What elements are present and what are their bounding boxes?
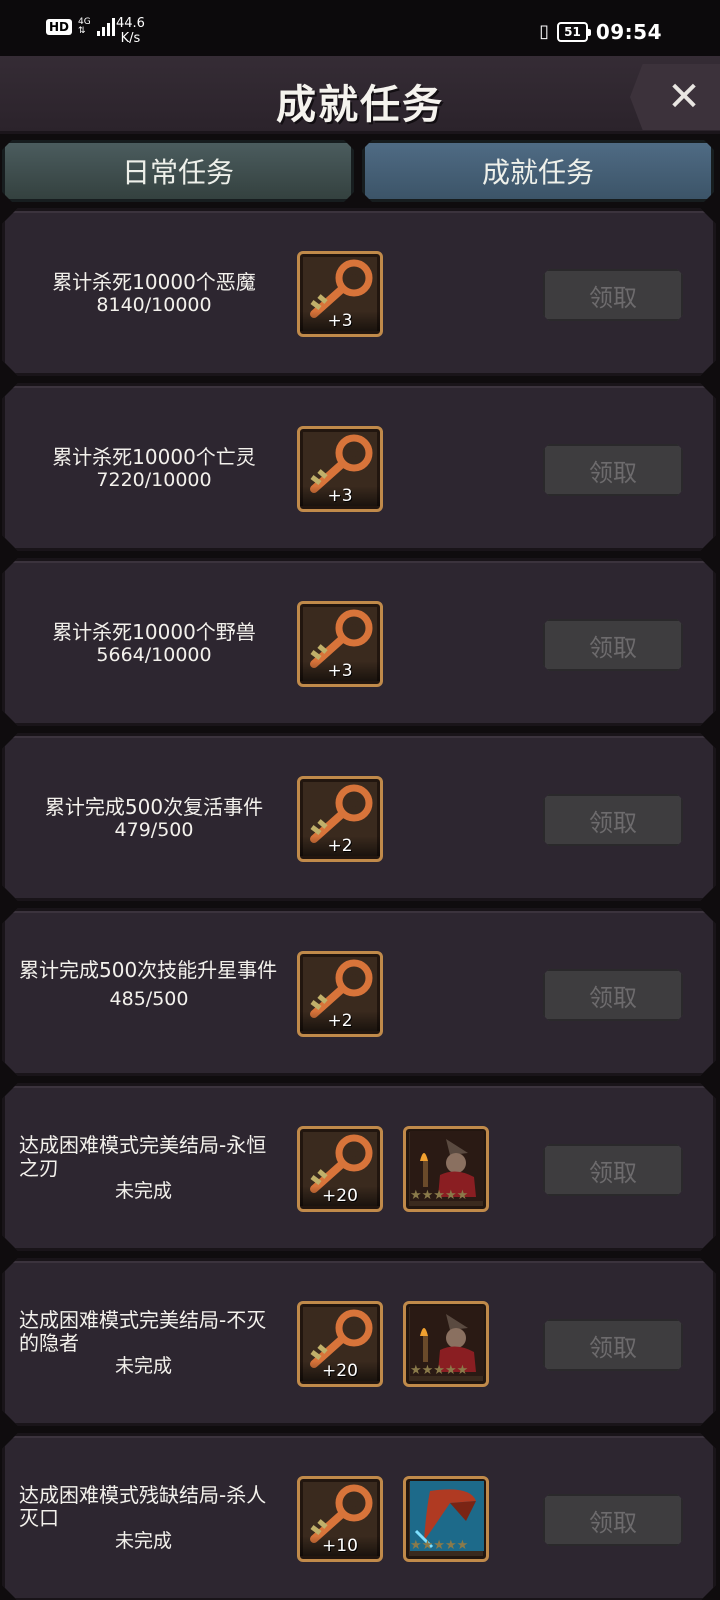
task-progress: 未完成 [115,1180,173,1202]
close-icon: ✕ [667,74,701,120]
task-description: 达成困难模式完美结局-永恒之刃 未完成 [19,1134,279,1203]
reward-skill-portrait: ★★★★★ [403,1476,489,1562]
task-name: 累计杀死10000个恶魔 [52,270,256,294]
battery-icon: 51 [557,22,591,42]
task-description: 累计完成500次复活事件 479/500 [19,796,289,842]
key-icon [304,781,378,843]
claim-button[interactable]: 领取 [543,969,683,1021]
tab-bar: 日常任务 成就任务 [0,138,720,204]
reward-amount: +2 [300,836,380,856]
claim-button[interactable]: 领取 [543,619,683,671]
task-progress: 485/500 [109,988,189,1010]
claim-button[interactable]: 领取 [543,1144,683,1196]
key-icon [304,606,378,668]
task-name: 累计完成500次技能升星事件 [19,958,278,982]
star-rating: ★★★★★ [410,1538,469,1553]
task-description: 累计杀死10000个野兽 5664/10000 [19,621,289,667]
status-left: HD 4G ⇅ [46,18,115,36]
key-icon [304,956,378,1018]
tab-achievement-tasks[interactable]: 成就任务 [362,140,714,202]
reward-amount: +2 [300,1011,380,1031]
reward-key-item: +20 [297,1301,383,1387]
reward-key-item: +3 [297,426,383,512]
task-progress: 479/500 [114,819,194,841]
key-icon [304,1481,378,1543]
reward-amount: +20 [300,1186,380,1206]
task-card: 达成困难模式完美结局-不灭的隐者 未完成 +20 ★★★★★ 领取 [2,1258,716,1426]
reward-amount: +20 [300,1361,380,1381]
task-card: 达成困难模式完美结局-永恒之刃 未完成 +20 ★★★★★ 领取 [2,1083,716,1251]
task-progress: 5664/10000 [96,644,212,666]
key-icon [304,256,378,318]
reward-key-item: +3 [297,601,383,687]
task-progress: 未完成 [115,1530,173,1552]
claim-button[interactable]: 领取 [543,1494,683,1546]
task-description: 达成困难模式残缺结局-杀人灭口 未完成 [19,1484,279,1553]
star-rating: ★★★★★ [410,1188,469,1203]
reward-amount: +3 [300,311,380,331]
key-icon [304,431,378,493]
task-card: 累计杀死10000个恶魔 8140/10000 +3 领取 [2,208,716,376]
signal-icon [96,18,115,36]
reward-character-portrait: ★★★★★ [403,1126,489,1212]
claim-button[interactable]: 领取 [543,794,683,846]
task-description: 达成困难模式完美结局-不灭的隐者 未完成 [19,1309,279,1378]
task-description: 累计杀死10000个恶魔 8140/10000 [19,271,289,317]
network-speed: 44.6 K/s [116,16,145,46]
reward-amount: +10 [300,1536,380,1556]
key-icon [304,1306,378,1368]
vibrate-icon: ▯ [539,21,550,42]
claim-button[interactable]: 领取 [543,1319,683,1371]
task-card: 达成困难模式残缺结局-杀人灭口 未完成 +10 ★★★★★ 领取 [2,1433,716,1600]
status-bar: HD 4G ⇅ 44.6 K/s ▯ 51 09:54 [0,0,720,56]
task-card: 累计完成500次复活事件 479/500 +2 领取 [2,733,716,901]
task-description: 累计杀死10000个亡灵 7220/10000 [19,446,289,492]
header: 成就任务 ✕ [0,56,720,134]
task-name: 累计完成500次复活事件 [44,795,264,819]
hd-badge: HD [46,19,73,35]
task-card: 累计完成500次技能升星事件 485/500 +2 领取 [2,908,716,1076]
claim-button[interactable]: 领取 [543,269,683,321]
task-name: 累计杀死10000个野兽 [52,620,256,644]
task-progress: 8140/10000 [96,294,212,316]
tab-daily-tasks[interactable]: 日常任务 [2,140,354,202]
task-description: 累计完成500次技能升星事件 485/500 [19,959,279,1011]
page-title: 成就任务 [276,82,444,128]
task-progress: 7220/10000 [96,469,212,491]
task-name: 达成困难模式完美结局-永恒之刃 [19,1133,267,1180]
clock: 09:54 [595,20,662,44]
network-indicator: 4G ⇅ [78,17,91,36]
reward-key-item: +10 [297,1476,383,1562]
claim-button[interactable]: 领取 [543,444,683,496]
task-name: 达成困难模式完美结局-不灭的隐者 [19,1308,267,1355]
task-card: 累计杀死10000个亡灵 7220/10000 +3 领取 [2,383,716,551]
reward-key-item: +2 [297,776,383,862]
task-name: 累计杀死10000个亡灵 [52,445,256,469]
star-rating: ★★★★★ [410,1363,469,1378]
task-name: 达成困难模式残缺结局-杀人灭口 [19,1483,267,1530]
reward-amount: +3 [300,661,380,681]
reward-amount: +3 [300,486,380,506]
key-icon [304,1131,378,1193]
reward-character-portrait: ★★★★★ [403,1301,489,1387]
reward-key-item: +3 [297,251,383,337]
close-button[interactable]: ✕ [630,64,720,130]
task-progress: 未完成 [115,1355,173,1377]
status-right: ▯ 51 09:54 [539,20,662,44]
task-card: 累计杀死10000个野兽 5664/10000 +3 领取 [2,558,716,726]
reward-key-item: +2 [297,951,383,1037]
reward-key-item: +20 [297,1126,383,1212]
